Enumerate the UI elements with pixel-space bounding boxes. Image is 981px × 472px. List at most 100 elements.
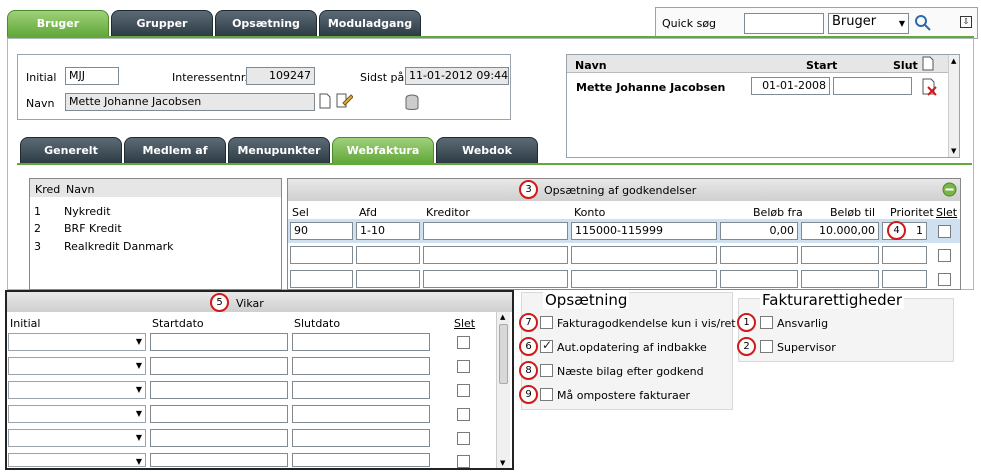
tab-medlem-af[interactable]: Medlem af — [124, 137, 226, 163]
naeste-bilag-checkbox[interactable] — [540, 364, 553, 377]
kred-row-3-name[interactable]: Realkredit Danmark — [64, 240, 174, 253]
tab-opsaetning[interactable]: Opsætning — [215, 10, 317, 36]
kred-row-1-name[interactable]: Nykredit — [64, 205, 111, 218]
supervisor-checkbox[interactable] — [760, 340, 773, 353]
collapse-icon[interactable]: ⇩ — [960, 16, 972, 28]
name-table-scrollbar[interactable]: ▲ ▼ — [948, 55, 959, 157]
vikar-slutdato-1[interactable] — [292, 333, 430, 351]
afd-field-2[interactable] — [356, 246, 420, 264]
start-date-field[interactable]: 01-01-2008 — [751, 77, 830, 95]
sel-field-3[interactable] — [290, 270, 353, 288]
vikar-scroll-thumb[interactable] — [499, 324, 508, 384]
tab-menupunkter[interactable]: Menupunkter — [228, 137, 330, 163]
opsaetning-title: Opsætning — [543, 291, 630, 309]
sel-field[interactable]: 90 — [290, 222, 353, 240]
aut-opdatering-checkbox[interactable] — [540, 338, 553, 353]
kreditor-field-2[interactable] — [423, 246, 568, 264]
tab-bruger[interactable]: Bruger — [7, 10, 109, 36]
vikar-startdato-5[interactable] — [150, 429, 288, 447]
vikar-slet-checkbox-3[interactable] — [457, 384, 470, 397]
vikar-slutdato-3[interactable] — [292, 381, 430, 399]
database-icon[interactable] — [405, 94, 419, 112]
quick-search-label: Quick søg — [662, 17, 717, 30]
kreditor-field-3[interactable] — [423, 270, 568, 288]
delete-icon[interactable] — [922, 78, 938, 96]
afd-field[interactable]: 1-10 — [356, 222, 420, 240]
kreditor-field[interactable] — [423, 222, 568, 240]
vikar-initial-dropdown-4[interactable] — [8, 405, 146, 423]
beloeb-fra-field[interactable]: 0,00 — [720, 222, 798, 240]
beloeb-fra-field-2[interactable] — [720, 246, 798, 264]
vikar-slutdato-2[interactable] — [292, 357, 430, 375]
vikar-slutdato-6[interactable] — [292, 453, 430, 467]
prioritet-field-2[interactable] — [882, 246, 927, 264]
vikar-initial-dropdown-5[interactable] — [8, 429, 146, 447]
col-beloeb-til: Beløb til — [830, 206, 876, 219]
vikar-startdato-6[interactable] — [150, 453, 288, 467]
ansvarlig-checkbox[interactable] — [760, 316, 773, 329]
quick-search-input[interactable] — [744, 13, 824, 34]
beloeb-til-field-3[interactable] — [801, 270, 879, 288]
kred-row-3-num[interactable]: 3 — [34, 240, 41, 253]
initial-field[interactable]: MJJ — [65, 67, 119, 85]
kred-row-2-name[interactable]: BRF Kredit — [64, 222, 122, 235]
slet-checkbox-row2[interactable] — [938, 249, 951, 262]
slet-checkbox-row3[interactable] — [938, 273, 951, 286]
vikar-scrollbar[interactable]: ▲ ▼ — [496, 312, 510, 468]
beloeb-fra-field-3[interactable] — [720, 270, 798, 288]
vikar-initial-dropdown-2[interactable] — [8, 357, 146, 375]
col-prioritet: Prioritet — [890, 206, 934, 219]
subtab-underline — [17, 163, 972, 165]
vikar-slet-checkbox-2[interactable] — [457, 360, 470, 373]
naeste-bilag-label: Næste bilag efter godkend — [557, 365, 704, 378]
add-row-icon[interactable] — [922, 56, 934, 71]
vikar-slutdato-5[interactable] — [292, 429, 430, 447]
search-icon[interactable] — [913, 13, 933, 33]
godkendelser-title: Opsætning af godkendelser — [544, 184, 697, 197]
fakturagodkendelse-checkbox[interactable] — [540, 316, 553, 329]
beloeb-til-field[interactable]: 10.000,00 — [801, 222, 879, 240]
afd-field-3[interactable] — [356, 270, 420, 288]
vikar-startdato-1[interactable] — [150, 333, 288, 351]
col-slutdato: Slutdato — [294, 317, 341, 330]
tab-moduladgang[interactable]: Moduladgang — [319, 10, 421, 36]
konto-field-2[interactable] — [571, 246, 717, 264]
quick-search-select[interactable]: Bruger ▼ — [828, 13, 909, 34]
tab-webfaktura[interactable]: Webfaktura — [332, 137, 434, 163]
konto-field-3[interactable] — [571, 270, 717, 288]
col-konto: Konto — [574, 206, 606, 219]
prioritet-field-3[interactable] — [882, 270, 927, 288]
slut-date-field[interactable] — [833, 77, 912, 95]
kred-row-2-num[interactable]: 2 — [34, 222, 41, 235]
collapse-circle-icon[interactable] — [942, 182, 957, 197]
vikar-initial-dropdown-6[interactable] — [8, 453, 146, 467]
konto-field[interactable]: 115000-115999 — [571, 222, 717, 240]
vikar-slet-checkbox-5[interactable] — [457, 432, 470, 445]
tab-generelt[interactable]: Generelt — [20, 137, 122, 163]
vikar-initial-dropdown-1[interactable] — [8, 333, 146, 351]
sel-field-2[interactable] — [290, 246, 353, 264]
callout-8: 8 — [519, 361, 538, 380]
vikar-initial-dropdown-3[interactable] — [8, 381, 146, 399]
beloeb-til-field-2[interactable] — [801, 246, 879, 264]
kred-row-1-num[interactable]: 1 — [34, 205, 41, 218]
initial-label: Initial — [26, 71, 57, 84]
navn-field[interactable]: Mette Johanne Jacobsen — [65, 93, 315, 111]
new-document-icon[interactable] — [318, 93, 332, 109]
tab-webdok[interactable]: Webdok — [436, 137, 538, 163]
vikar-startdato-2[interactable] — [150, 357, 288, 375]
callout-1: 1 — [737, 313, 756, 332]
tab-grupper[interactable]: Grupper — [111, 10, 213, 36]
vikar-slet-checkbox-1[interactable] — [457, 336, 470, 349]
edit-icon[interactable] — [335, 91, 353, 109]
vikar-slutdato-4[interactable] — [292, 405, 430, 423]
ompostere-checkbox[interactable] — [540, 388, 553, 401]
vikar-slet-checkbox-4[interactable] — [457, 408, 470, 421]
slet-checkbox-row1[interactable] — [938, 225, 951, 238]
vikar-slet-checkbox-6[interactable] — [457, 455, 470, 468]
vikar-startdato-3[interactable] — [150, 381, 288, 399]
fakturarettigheder-title: Fakturarettigheder — [760, 291, 905, 309]
col-slut: Slut — [893, 59, 918, 72]
callout-6: 6 — [519, 337, 538, 356]
vikar-startdato-4[interactable] — [150, 405, 288, 423]
